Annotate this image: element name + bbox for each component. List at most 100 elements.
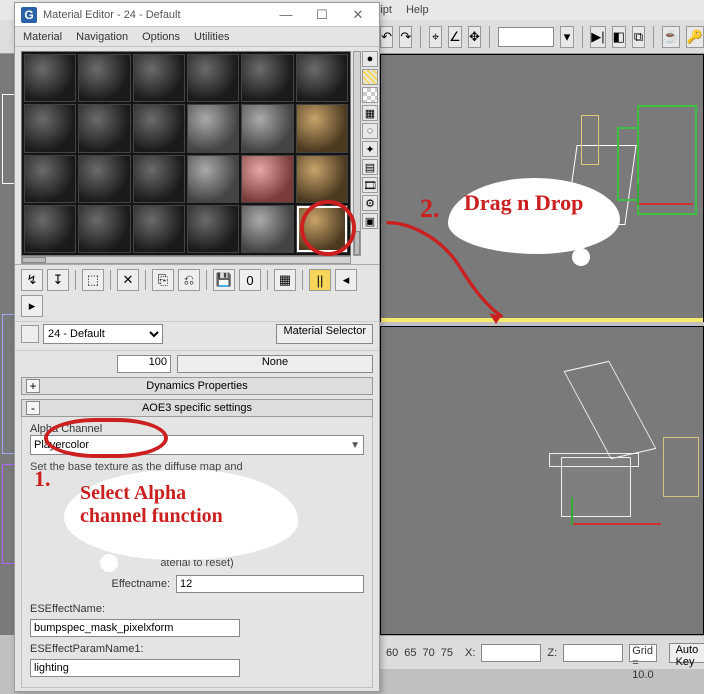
- material-name-combo[interactable]: 24 - Default: [43, 324, 163, 344]
- sample-slot-selected[interactable]: [296, 205, 348, 253]
- backlight-icon[interactable]: [362, 69, 378, 85]
- coord-x-field[interactable]: [481, 644, 541, 662]
- material-params-body: 100 None + Dynamics Properties - AOE3 sp…: [15, 351, 379, 694]
- sample-slot[interactable]: [78, 54, 130, 102]
- effectname-label: Effectname:: [30, 578, 170, 590]
- maximize-button[interactable]: ☐: [307, 5, 337, 25]
- eseffectparamname1-field[interactable]: [30, 659, 240, 677]
- menu-help[interactable]: Help: [406, 4, 429, 16]
- sample-type-icon[interactable]: ●: [362, 51, 378, 67]
- sample-slot[interactable]: [187, 54, 239, 102]
- undo-icon[interactable]: ↶: [380, 26, 393, 48]
- axis-constraint-icon[interactable]: ✥: [468, 26, 481, 48]
- sample-slot[interactable]: [24, 104, 76, 152]
- sample-slot[interactable]: [187, 205, 239, 253]
- reset-icon[interactable]: ✕: [117, 269, 139, 291]
- mat-id-icon[interactable]: 0: [239, 269, 261, 291]
- show-in-viewport-icon[interactable]: ▦: [274, 269, 296, 291]
- sample-uv-icon[interactable]: ▦: [362, 105, 378, 121]
- sample-slot[interactable]: [78, 205, 130, 253]
- expand-icon[interactable]: +: [26, 379, 40, 393]
- rollout-header[interactable]: - AOE3 specific settings: [21, 399, 373, 417]
- background-icon[interactable]: [362, 87, 378, 103]
- window-titlebar[interactable]: G Material Editor - 24 - Default — ☐ ✕: [15, 3, 379, 27]
- opacity-row: 100 None: [21, 355, 373, 373]
- layer-icon[interactable]: ⧉: [632, 26, 645, 48]
- make-copy-icon[interactable]: ⎘: [152, 269, 174, 291]
- menu-material[interactable]: Material: [23, 31, 62, 43]
- sample-slot[interactable]: [296, 54, 348, 102]
- sample-slot[interactable]: [296, 155, 348, 203]
- sample-slot[interactable]: [241, 205, 293, 253]
- sep: [110, 270, 111, 290]
- put-to-scene-icon[interactable]: ↧: [47, 269, 69, 291]
- go-parent-icon[interactable]: ◂: [335, 269, 357, 291]
- sample-slot[interactable]: [241, 54, 293, 102]
- get-material-icon[interactable]: ↯: [21, 269, 43, 291]
- scrollbar-horizontal[interactable]: [21, 256, 351, 264]
- rollout-aoe3: - AOE3 specific settings Alpha Channel P…: [21, 399, 373, 688]
- coord-z-field[interactable]: [563, 644, 623, 662]
- scrollbar-thumb[interactable]: [22, 257, 46, 263]
- align-icon[interactable]: ◧: [612, 26, 626, 48]
- sample-slot[interactable]: [296, 104, 348, 152]
- sample-slot[interactable]: [187, 155, 239, 203]
- combo-dropdown-icon[interactable]: ▾: [560, 26, 573, 48]
- options-icon[interactable]: ⚙: [362, 195, 378, 211]
- sample-slot[interactable]: [133, 54, 185, 102]
- sample-slot[interactable]: [24, 54, 76, 102]
- light-icon[interactable]: ✦: [362, 141, 378, 157]
- scrollbar-vertical[interactable]: [353, 51, 361, 256]
- sample-slot[interactable]: [24, 205, 76, 253]
- angle-snap-icon[interactable]: ∠: [448, 26, 462, 48]
- viewport-perspective[interactable]: [380, 326, 704, 635]
- menu-options[interactable]: Options: [142, 31, 180, 43]
- map-slot-button[interactable]: None: [177, 355, 373, 373]
- collapse-icon[interactable]: -: [26, 401, 40, 415]
- opacity-spinner[interactable]: 100: [117, 355, 171, 373]
- sample-slot[interactable]: [133, 104, 185, 152]
- mirror-icon[interactable]: ▶|: [590, 26, 605, 48]
- rollout-header[interactable]: + Dynamics Properties: [21, 377, 373, 395]
- sample-slot[interactable]: [78, 104, 130, 152]
- sample-slot[interactable]: [241, 155, 293, 203]
- axis-gizmo-icon: [571, 497, 661, 533]
- menu-navigation[interactable]: Navigation: [76, 31, 128, 43]
- sample-slot[interactable]: [187, 104, 239, 152]
- go-sibling-icon[interactable]: ▸: [21, 295, 43, 317]
- assign-to-selection-icon[interactable]: ⬚: [82, 269, 104, 291]
- sample-slot[interactable]: [133, 205, 185, 253]
- menu-utilities[interactable]: Utilities: [194, 31, 229, 43]
- named-selection-combo[interactable]: [498, 27, 555, 47]
- sample-slot[interactable]: [241, 104, 293, 152]
- app-icon: G: [21, 7, 37, 23]
- film-icon[interactable]: 🎞: [362, 177, 378, 193]
- sample-slot[interactable]: [78, 155, 130, 203]
- make-unique-icon[interactable]: ⎌: [178, 269, 200, 291]
- select-by-mat-icon[interactable]: ▣: [362, 213, 378, 229]
- show-end-result-icon[interactable]: ||: [309, 269, 331, 291]
- eyedropper-icon[interactable]: [21, 325, 39, 343]
- material-toolrow: ↯ ↧ ⬚ ✕ ⎘ ⎌ 💾 0 ▦ || ◂ ▸: [15, 265, 379, 322]
- viewport-top[interactable]: [380, 54, 704, 322]
- close-button[interactable]: ✕: [343, 5, 373, 25]
- redo-icon[interactable]: ↷: [399, 26, 412, 48]
- scrollbar-thumb[interactable]: [354, 231, 360, 255]
- alpha-channel-combo[interactable]: Playercolor ▼: [30, 435, 364, 455]
- eseffectname-field[interactable]: [30, 619, 240, 637]
- wireframe-object: [663, 437, 699, 497]
- disable-icon[interactable]: ◌: [362, 123, 378, 139]
- auto-key-button[interactable]: Auto Key: [669, 643, 704, 663]
- material-picker-row: 24 - Default Material Selector: [15, 322, 379, 351]
- camera-icon[interactable]: ▤: [362, 159, 378, 175]
- teapot-icon[interactable]: ☕: [662, 26, 680, 48]
- eseffectparamname1-label: ESEffectParamName1:: [30, 643, 144, 655]
- material-type-button[interactable]: Material Selector: [276, 324, 373, 344]
- minimize-button[interactable]: —: [271, 5, 301, 25]
- key-icon[interactable]: 🔑: [686, 26, 704, 48]
- snap-toggle-icon[interactable]: ⌖: [429, 26, 442, 48]
- sample-slot[interactable]: [133, 155, 185, 203]
- sample-slot[interactable]: [24, 155, 76, 203]
- put-to-library-icon[interactable]: 💾: [213, 269, 235, 291]
- effectname-field[interactable]: [176, 575, 364, 593]
